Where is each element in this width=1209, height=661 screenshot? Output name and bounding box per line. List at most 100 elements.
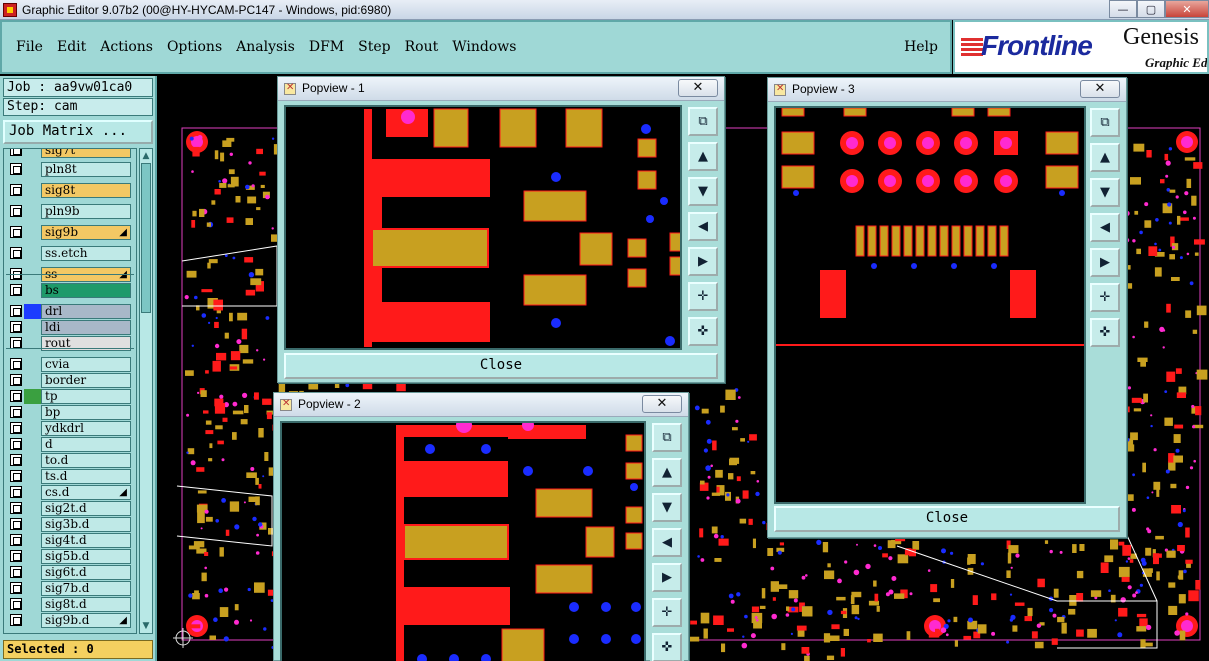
pan-down-icon[interactable]: ▼	[652, 493, 682, 522]
layer-name[interactable]: d	[41, 437, 131, 452]
menu-rout[interactable]: Rout	[405, 39, 439, 55]
popview-3-close-button[interactable]: Close	[774, 506, 1120, 532]
layer-row-sig8t[interactable]: sig8t	[8, 183, 132, 198]
layer-checkbox[interactable]	[10, 502, 22, 514]
layer-checkbox[interactable]	[10, 358, 22, 370]
layer-name[interactable]: bp	[41, 405, 131, 420]
layer-name[interactable]: drl	[41, 304, 131, 319]
menu-options[interactable]: Options	[167, 39, 222, 55]
popview-1-close-icon[interactable]: ✕	[678, 79, 718, 97]
zoom-out-icon[interactable]: ✜	[1090, 318, 1120, 347]
scroll-down-icon[interactable]: ▼	[141, 620, 151, 632]
popview-1-canvas[interactable]	[284, 105, 682, 350]
menu-step[interactable]: Step	[358, 39, 390, 55]
layer-row-sig6t-d[interactable]: sig6t.d	[8, 565, 132, 580]
layer-checkbox[interactable]	[10, 550, 22, 562]
layer-checkbox[interactable]	[10, 247, 22, 259]
pan-left-icon[interactable]: ◀	[1090, 213, 1120, 242]
zoom-in-icon[interactable]: ✛	[652, 598, 682, 627]
layer-row-bs[interactable]: bs	[8, 283, 132, 298]
layer-row-drl[interactable]: drl	[8, 304, 132, 319]
layer-name[interactable]: sig3b.d	[41, 517, 131, 532]
popview-2-close-icon[interactable]: ✕	[642, 395, 682, 413]
layer-name[interactable]: bs	[41, 283, 131, 298]
layer-name[interactable]: sig9b ◢	[41, 225, 131, 240]
layer-name[interactable]: pln8t	[41, 162, 131, 177]
pan-down-icon[interactable]: ▼	[688, 177, 718, 206]
zoom-fit-icon[interactable]: ⧉	[688, 107, 718, 136]
layer-checkbox[interactable]	[10, 486, 22, 498]
pan-left-icon[interactable]: ◀	[688, 212, 718, 241]
zoom-in-icon[interactable]: ✛	[688, 282, 718, 311]
scroll-thumb[interactable]	[141, 163, 151, 313]
layer-checkbox[interactable]	[10, 438, 22, 450]
zoom-out-icon[interactable]: ✜	[652, 633, 682, 661]
layer-name[interactable]: ldi	[41, 320, 131, 335]
layer-row-cs-d[interactable]: cs.d ◢	[8, 485, 132, 500]
layer-checkbox[interactable]	[10, 598, 22, 610]
layer-row-sig4t-d[interactable]: sig4t.d	[8, 533, 132, 548]
layer-name[interactable]: sig7t	[41, 149, 131, 158]
pan-up-icon[interactable]: ▲	[1090, 143, 1120, 172]
layer-name[interactable]: sig6t.d	[41, 565, 131, 580]
layer-checkbox[interactable]	[10, 390, 22, 402]
layer-row-border[interactable]: border	[8, 373, 132, 388]
layer-name[interactable]: tp	[41, 389, 131, 404]
layer-checkbox[interactable]	[10, 374, 22, 386]
layer-row-sig2t-d[interactable]: sig2t.d	[8, 501, 132, 516]
close-icon[interactable]: ✕	[1165, 0, 1209, 18]
zoom-fit-icon[interactable]: ⧉	[652, 423, 682, 452]
layer-name[interactable]: ts.d	[41, 469, 131, 484]
layer-row-sig3b-d[interactable]: sig3b.d	[8, 517, 132, 532]
menu-actions[interactable]: Actions	[100, 39, 153, 55]
layer-row-pln8t[interactable]: pln8t	[8, 162, 132, 177]
layer-name[interactable]: sig8t	[41, 183, 131, 198]
layer-checkbox[interactable]	[10, 582, 22, 594]
zoom-fit-icon[interactable]: ⧉	[1090, 108, 1120, 137]
layer-checkbox[interactable]	[10, 184, 22, 196]
pan-right-icon[interactable]: ▶	[1090, 248, 1120, 277]
menu-edit[interactable]: Edit	[57, 39, 86, 55]
layer-row-ss-etch[interactable]: ss.etch	[8, 246, 132, 261]
layer-row-sig7t[interactable]: sig7t	[8, 149, 132, 158]
zoom-in-icon[interactable]: ✛	[1090, 283, 1120, 312]
layer-row-bp[interactable]: bp	[8, 405, 132, 420]
layer-checkbox[interactable]	[10, 518, 22, 530]
layer-row-sig8t-d[interactable]: sig8t.d	[8, 597, 132, 612]
scroll-up-icon[interactable]: ▲	[141, 150, 151, 162]
menu-analysis[interactable]: Analysis	[236, 39, 295, 55]
layer-checkbox[interactable]	[10, 422, 22, 434]
layer-name[interactable]: sig4t.d	[41, 533, 131, 548]
layer-name[interactable]: cvia	[41, 357, 131, 372]
pan-down-icon[interactable]: ▼	[1090, 178, 1120, 207]
layer-checkbox[interactable]	[10, 305, 22, 317]
layer-name[interactable]: pln9b	[41, 204, 131, 219]
layer-scrollbar[interactable]: ▲ ▼	[139, 148, 153, 634]
minimize-icon[interactable]: —	[1109, 0, 1137, 18]
layer-row-to-d[interactable]: to.d	[8, 453, 132, 468]
menu-file[interactable]: File	[16, 39, 43, 55]
layer-row-d[interactable]: d	[8, 437, 132, 452]
popview-3-canvas[interactable]	[774, 106, 1086, 504]
layer-checkbox[interactable]	[10, 284, 22, 296]
layer-checkbox[interactable]	[10, 534, 22, 546]
zoom-out-icon[interactable]: ✜	[688, 317, 718, 346]
menu-windows[interactable]: Windows	[452, 39, 516, 55]
pan-up-icon[interactable]: ▲	[688, 142, 718, 171]
layer-checkbox[interactable]	[10, 566, 22, 578]
layer-row-sig9b-d[interactable]: sig9b.d ◢	[8, 613, 132, 628]
layer-row-ldi[interactable]: ldi	[8, 320, 132, 335]
job-matrix-button[interactable]: Job Matrix ...	[3, 120, 153, 144]
layer-name[interactable]: to.d	[41, 453, 131, 468]
layer-checkbox[interactable]	[10, 406, 22, 418]
menu-dfm[interactable]: DFM	[309, 39, 344, 55]
layer-name[interactable]: sig5b.d	[41, 549, 131, 564]
layer-row-cvia[interactable]: cvia	[8, 357, 132, 372]
layer-name[interactable]: sig9b.d ◢	[41, 613, 131, 628]
layer-name[interactable]: ss.etch	[41, 246, 131, 261]
layer-name[interactable]: border	[41, 373, 131, 388]
layer-checkbox[interactable]	[10, 163, 22, 175]
layer-checkbox[interactable]	[10, 149, 22, 156]
popview-1-close-button[interactable]: Close	[284, 353, 718, 379]
layer-row-tp[interactable]: tp	[8, 389, 132, 404]
